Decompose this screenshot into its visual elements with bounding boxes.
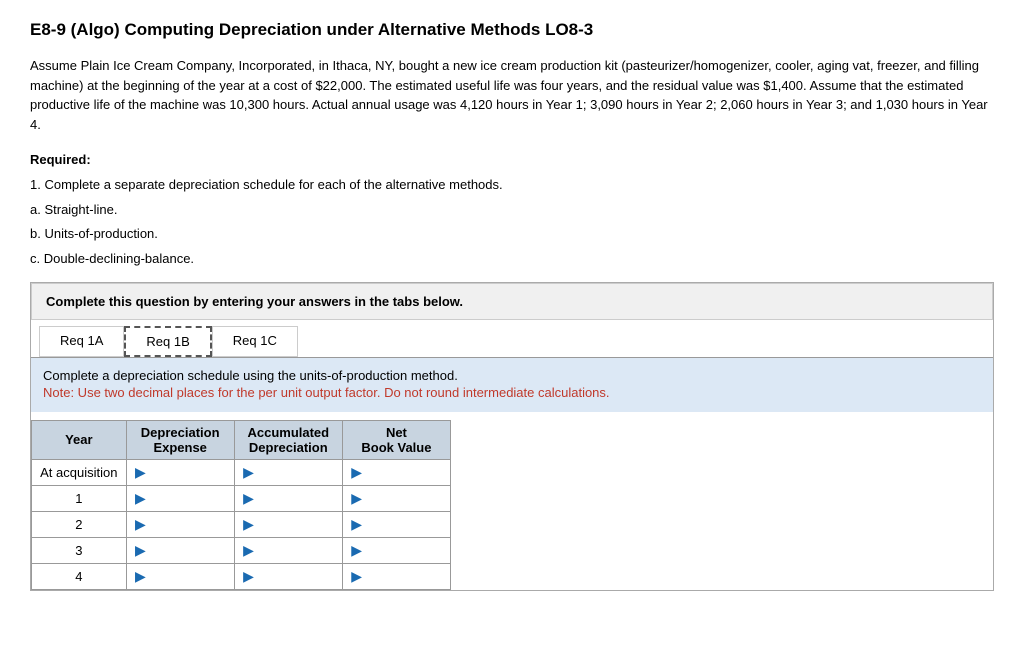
year-4: 4 <box>32 563 127 589</box>
net-book-year1-input[interactable] <box>364 491 444 506</box>
method-c: c. Double-declining-balance. <box>30 249 994 270</box>
year-1: 1 <box>32 485 127 511</box>
problem-text: Assume Plain Ice Cream Company, Incorpor… <box>30 56 994 134</box>
net-book-year1[interactable]: ▶ <box>342 485 450 511</box>
net-book-year2-input[interactable] <box>364 517 444 532</box>
tab-req1a[interactable]: Req 1A <box>39 326 124 357</box>
tabs-container: Req 1A Req 1B Req 1C <box>31 320 993 358</box>
accum-dep-year3[interactable]: ▶ <box>234 537 342 563</box>
accum-dep-year2-input[interactable] <box>256 517 336 532</box>
net-book-year4-input[interactable] <box>364 569 444 584</box>
dep-expense-year2-input[interactable] <box>148 517 228 532</box>
accum-dep-year4[interactable]: ▶ <box>234 563 342 589</box>
table-row: 1 ▶ ▶ ▶ <box>32 485 451 511</box>
table-header-row: Year DepreciationExpense AccumulatedDepr… <box>32 420 451 459</box>
col-dep-expense: DepreciationExpense <box>126 420 234 459</box>
table-row: 4 ▶ ▶ ▶ <box>32 563 451 589</box>
depreciation-table: Year DepreciationExpense AccumulatedDepr… <box>31 420 451 590</box>
net-book-at-acquisition-input[interactable] <box>364 465 444 480</box>
net-book-year4[interactable]: ▶ <box>342 563 450 589</box>
accum-dep-year1-input[interactable] <box>256 491 336 506</box>
dep-expense-year3-input[interactable] <box>148 543 228 558</box>
net-book-at-acquisition[interactable]: ▶ <box>342 459 450 485</box>
dep-expense-year3[interactable]: ▶ <box>126 537 234 563</box>
year-2: 2 <box>32 511 127 537</box>
dep-expense-at-acquisition-input[interactable] <box>148 465 228 480</box>
table-wrapper: Year DepreciationExpense AccumulatedDepr… <box>31 420 993 590</box>
instruction-box: Complete this question by entering your … <box>31 283 993 320</box>
required-item: 1. Complete a separate depreciation sche… <box>30 175 994 196</box>
required-section: Required: 1. Complete a separate depreci… <box>30 150 994 270</box>
tab-note-text: Note: Use two decimal places for the per… <box>43 385 981 400</box>
net-book-year2[interactable]: ▶ <box>342 511 450 537</box>
method-a: a. Straight-line. <box>30 200 994 221</box>
year-at-acquisition: At acquisition <box>32 459 127 485</box>
col-net-book: NetBook Value <box>342 420 450 459</box>
dep-expense-year1[interactable]: ▶ <box>126 485 234 511</box>
dep-expense-at-acquisition[interactable]: ▶ <box>126 459 234 485</box>
dep-expense-year1-input[interactable] <box>148 491 228 506</box>
accum-dep-at-acquisition-input[interactable] <box>256 465 336 480</box>
table-row: At acquisition ▶ ▶ ▶ <box>32 459 451 485</box>
accum-dep-year2[interactable]: ▶ <box>234 511 342 537</box>
accum-dep-year4-input[interactable] <box>256 569 336 584</box>
method-b: b. Units-of-production. <box>30 224 994 245</box>
net-book-year3-input[interactable] <box>364 543 444 558</box>
tab-content: Complete a depreciation schedule using t… <box>31 358 993 412</box>
dep-expense-year4[interactable]: ▶ <box>126 563 234 589</box>
tab-req1c[interactable]: Req 1C <box>212 326 298 357</box>
tab-main-text: Complete a depreciation schedule using t… <box>43 368 981 383</box>
accum-dep-at-acquisition[interactable]: ▶ <box>234 459 342 485</box>
accum-dep-year3-input[interactable] <box>256 543 336 558</box>
tab-req1b[interactable]: Req 1B <box>124 326 211 357</box>
accum-dep-year1[interactable]: ▶ <box>234 485 342 511</box>
dep-expense-year2[interactable]: ▶ <box>126 511 234 537</box>
table-row: 3 ▶ ▶ ▶ <box>32 537 451 563</box>
dep-expense-year4-input[interactable] <box>148 569 228 584</box>
outer-box: Complete this question by entering your … <box>30 282 994 591</box>
required-label: Required: <box>30 152 91 167</box>
col-year: Year <box>32 420 127 459</box>
net-book-year3[interactable]: ▶ <box>342 537 450 563</box>
page-title: E8-9 (Algo) Computing Depreciation under… <box>30 20 994 40</box>
table-row: 2 ▶ ▶ ▶ <box>32 511 451 537</box>
col-accum-dep: AccumulatedDepreciation <box>234 420 342 459</box>
year-3: 3 <box>32 537 127 563</box>
